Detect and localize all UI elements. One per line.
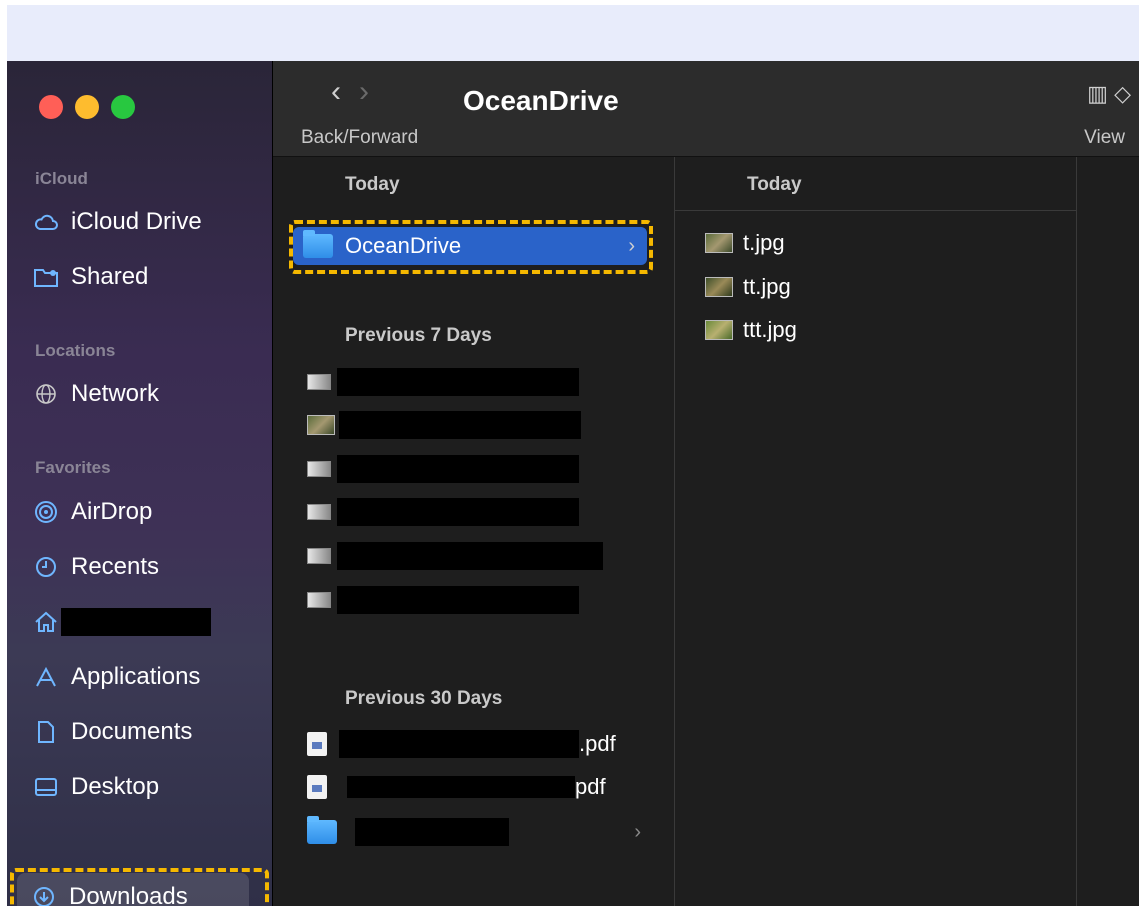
sidebar-item-icloud-drive[interactable]: iCloud Drive — [25, 200, 265, 244]
airdrop-icon — [33, 499, 59, 525]
sidebar-item-label: Network — [71, 380, 160, 407]
window-title: OceanDrive — [463, 85, 619, 116]
list-item[interactable] — [307, 411, 581, 439]
sidebar-item-label: Documents — [71, 718, 193, 745]
item-name: t.jpg — [743, 230, 785, 255]
sidebar-heading-icloud: iCloud — [35, 169, 88, 188]
view-label: View — [1084, 127, 1125, 148]
shared-folder-icon — [33, 264, 59, 290]
sidebar-item-shared[interactable]: Shared — [25, 255, 265, 299]
desktop-icon — [33, 774, 59, 800]
group-heading-today: Today — [747, 174, 802, 195]
sidebar-item-desktop[interactable]: Desktop — [25, 765, 265, 809]
file-thumbnail-icon — [307, 374, 331, 390]
back-chevron-icon[interactable]: ‹ — [331, 75, 341, 108]
forward-chevron-icon[interactable]: › — [359, 75, 369, 108]
nav-arrows: ‹ › — [331, 75, 369, 109]
sidebar-item-network[interactable]: Network — [25, 372, 265, 416]
column-2: Today t.jpg tt.jpg ttt.jpg — [675, 157, 1077, 906]
sidebar-item-label: Downloads — [69, 883, 188, 906]
minimize-window-button[interactable] — [75, 95, 99, 119]
list-item[interactable]: › — [307, 816, 647, 846]
list-item[interactable] — [307, 586, 579, 614]
redacted-name — [339, 730, 579, 758]
back-forward-label: Back/Forward — [301, 127, 419, 148]
globe-icon — [33, 381, 59, 407]
image-thumbnail-icon — [705, 320, 733, 340]
folder-icon — [303, 230, 333, 258]
list-item[interactable] — [307, 455, 579, 483]
document-icon — [33, 719, 59, 745]
applications-icon — [33, 664, 59, 690]
group-heading-previous-30-days: Previous 30 Days — [345, 688, 503, 709]
sidebar-heading-locations: Locations — [35, 341, 116, 360]
file-thumbnail-icon — [307, 504, 331, 520]
sidebar: iCloud iCloud Drive Shared Locations Net… — [7, 61, 273, 906]
sidebar-item-label: Recents — [71, 553, 160, 580]
close-window-button[interactable] — [39, 95, 63, 119]
list-item-t-jpg[interactable]: t.jpg — [705, 230, 785, 256]
pdf-file-icon — [307, 732, 327, 756]
sidebar-item-label: iCloud Drive — [71, 208, 202, 235]
list-item[interactable]: pdf — [307, 774, 606, 800]
list-item[interactable] — [307, 368, 579, 396]
window-controls — [39, 95, 135, 119]
chevron-right-icon: › — [628, 234, 635, 257]
sidebar-item-downloads[interactable]: Downloads — [17, 873, 249, 906]
finder-window: iCloud iCloud Drive Shared Locations Net… — [7, 5, 1139, 906]
item-name-suffix: pdf — [575, 774, 606, 799]
cloud-icon — [33, 209, 59, 235]
download-icon — [31, 884, 57, 906]
redacted-name — [347, 776, 575, 798]
toolbar: ‹ › OceanDrive Back/Forward ▥ ◇ View — [273, 61, 1139, 157]
sidebar-item-label: AirDrop — [71, 498, 153, 525]
image-thumbnail-icon — [705, 277, 733, 297]
column-1: Today OceanDrive › Previous 7 Days Previ… — [273, 157, 675, 906]
redacted-name — [339, 411, 581, 439]
chevron-right-icon: › — [634, 820, 641, 843]
pdf-file-icon — [307, 775, 327, 799]
redacted-name — [337, 542, 603, 570]
sidebar-item-applications[interactable]: Applications — [25, 655, 265, 699]
redacted-name — [337, 498, 579, 526]
list-item[interactable]: .pdf — [307, 730, 616, 758]
sidebar-item-documents[interactable]: Documents — [25, 710, 265, 754]
file-thumbnail-icon — [307, 592, 331, 608]
redacted-name — [337, 586, 579, 614]
item-name-suffix: .pdf — [579, 731, 616, 756]
redacted-name — [355, 818, 509, 846]
redacted-name — [337, 455, 579, 483]
item-name: ttt.jpg — [743, 317, 797, 342]
folder-icon — [307, 816, 337, 844]
sidebar-item-recents[interactable]: Recents — [25, 545, 265, 589]
list-item[interactable] — [307, 498, 579, 526]
redacted-home-label — [61, 608, 211, 636]
file-thumbnail-icon — [307, 548, 331, 564]
clock-icon — [33, 554, 59, 580]
redacted-name — [337, 368, 579, 396]
sidebar-item-label: Desktop — [71, 773, 160, 800]
item-name: OceanDrive — [345, 233, 462, 258]
list-item[interactable] — [307, 542, 603, 570]
home-icon — [33, 609, 59, 635]
columns-icon[interactable]: ▥ ◇ — [1087, 81, 1131, 107]
sidebar-item-home[interactable] — [25, 600, 265, 644]
image-thumbnail-icon — [705, 233, 733, 253]
finder-body: iCloud iCloud Drive Shared Locations Net… — [7, 61, 1139, 906]
sidebar-item-airdrop[interactable]: AirDrop — [25, 490, 265, 534]
sidebar-item-label: Shared — [71, 263, 149, 290]
list-item-ttt-jpg[interactable]: ttt.jpg — [705, 317, 797, 343]
image-thumbnail-icon — [307, 415, 335, 435]
sidebar-item-label: Applications — [71, 663, 201, 690]
column-3 — [1077, 157, 1139, 906]
group-heading-today: Today — [345, 174, 400, 195]
item-name: tt.jpg — [743, 274, 791, 299]
zoom-window-button[interactable] — [111, 95, 135, 119]
column-divider — [675, 210, 1076, 211]
list-item-tt-jpg[interactable]: tt.jpg — [705, 274, 791, 300]
sidebar-heading-favorites: Favorites — [35, 458, 111, 477]
group-heading-previous-7-days: Previous 7 Days — [345, 325, 492, 346]
file-thumbnail-icon — [307, 461, 331, 477]
list-item-oceandrive[interactable]: OceanDrive › — [293, 227, 647, 265]
